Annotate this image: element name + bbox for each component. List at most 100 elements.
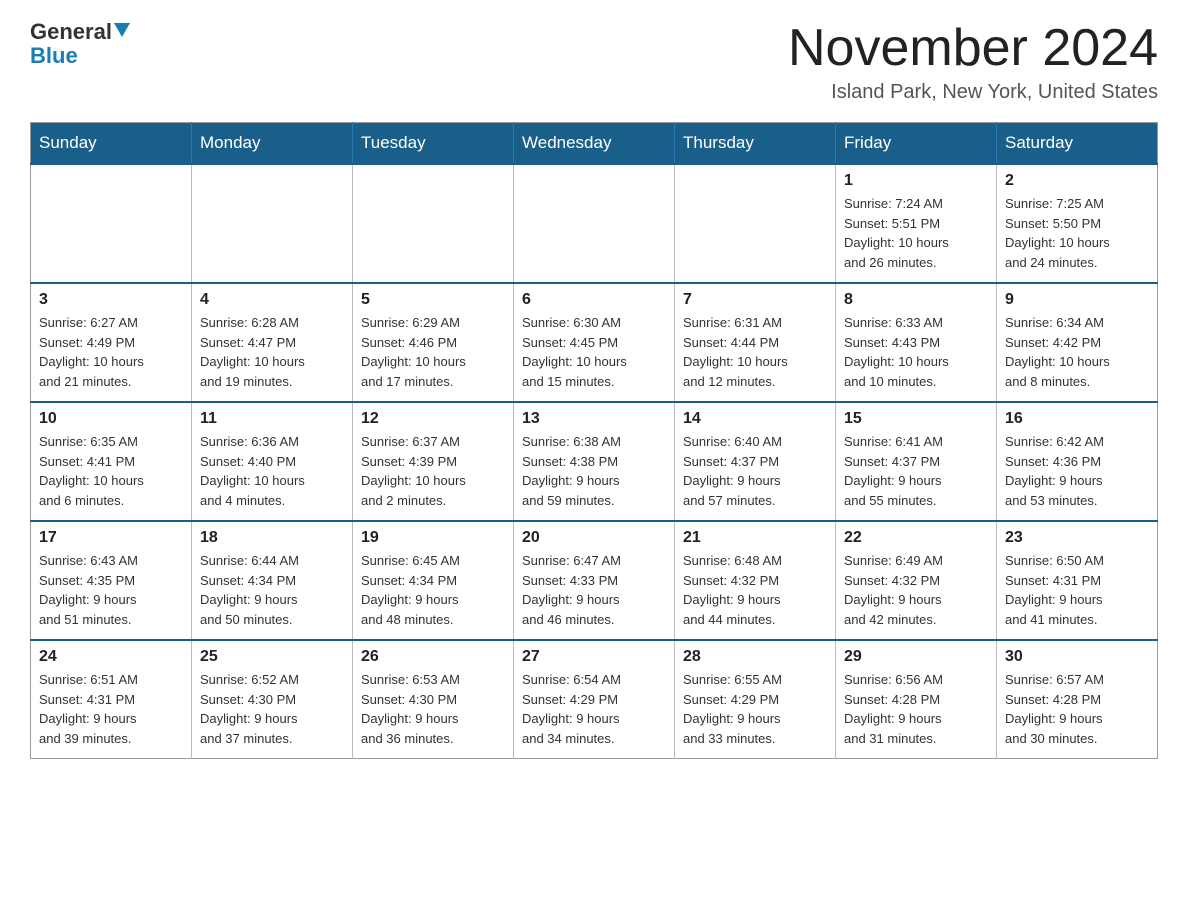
cell-week4-day1: 18 Sunrise: 6:44 AM Sunset: 4:34 PM Dayli… — [192, 521, 353, 640]
title-area: November 2024 Island Park, New York, Uni… — [788, 20, 1158, 104]
header-monday: Monday — [192, 123, 353, 165]
day-info: Sunrise: 6:31 AM Sunset: 4:44 PM Dayligh… — [683, 313, 827, 391]
cell-week3-day0: 10 Sunrise: 6:35 AM Sunset: 4:41 PM Dayli… — [31, 402, 192, 521]
day-number: 19 — [361, 529, 505, 547]
day-number: 4 — [200, 291, 344, 309]
logo-text-general: General — [30, 20, 112, 44]
day-number: 16 — [1005, 410, 1149, 428]
day-info: Sunrise: 6:55 AM Sunset: 4:29 PM Dayligh… — [683, 670, 827, 748]
day-info: Sunrise: 6:27 AM Sunset: 4:49 PM Dayligh… — [39, 313, 183, 391]
day-number: 27 — [522, 648, 666, 666]
day-number: 5 — [361, 291, 505, 309]
day-number: 17 — [39, 529, 183, 547]
cell-week1-day2 — [353, 164, 514, 283]
calendar-table: Sunday Monday Tuesday Wednesday Thursday… — [30, 122, 1158, 759]
cell-week5-day2: 26Sunrise: 6:53 AM Sunset: 4:30 PM Dayli… — [353, 640, 514, 759]
cell-week5-day6: 30Sunrise: 6:57 AM Sunset: 4:28 PM Dayli… — [997, 640, 1158, 759]
cell-week2-day3: 6 Sunrise: 6:30 AM Sunset: 4:45 PM Daylig… — [514, 283, 675, 402]
day-number: 23 — [1005, 529, 1149, 547]
cell-week1-day4 — [675, 164, 836, 283]
cell-week2-day4: 7 Sunrise: 6:31 AM Sunset: 4:44 PM Daylig… — [675, 283, 836, 402]
day-number: 9 — [1005, 291, 1149, 309]
cell-week5-day0: 24 Sunrise: 6:51 AM Sunset: 4:31 PM Dayli… — [31, 640, 192, 759]
cell-week4-day2: 19Sunrise: 6:45 AM Sunset: 4:34 PM Dayli… — [353, 521, 514, 640]
day-info: Sunrise: 6:30 AM Sunset: 4:45 PM Dayligh… — [522, 313, 666, 391]
day-number: 29 — [844, 648, 988, 666]
day-info: Sunrise: 6:29 AM Sunset: 4:46 PM Dayligh… — [361, 313, 505, 391]
logo-text-blue: Blue — [30, 44, 78, 68]
day-info: Sunrise: 6:41 AM Sunset: 4:37 PM Dayligh… — [844, 432, 988, 510]
week-row-3: 10 Sunrise: 6:35 AM Sunset: 4:41 PM Dayli… — [31, 402, 1158, 521]
day-number: 18 — [200, 529, 344, 547]
day-info: Sunrise: 6:51 AM Sunset: 4:31 PM Dayligh… — [39, 670, 183, 748]
day-info: Sunrise: 6:40 AM Sunset: 4:37 PM Dayligh… — [683, 432, 827, 510]
day-info: Sunrise: 6:48 AM Sunset: 4:32 PM Dayligh… — [683, 551, 827, 629]
cell-week5-day3: 27 Sunrise: 6:54 AM Sunset: 4:29 PM Dayli… — [514, 640, 675, 759]
cell-week4-day6: 23 Sunrise: 6:50 AM Sunset: 4:31 PM Dayli… — [997, 521, 1158, 640]
day-number: 21 — [683, 529, 827, 547]
week-row-2: 3 Sunrise: 6:27 AM Sunset: 4:49 PM Daylig… — [31, 283, 1158, 402]
day-info: Sunrise: 6:47 AM Sunset: 4:33 PM Dayligh… — [522, 551, 666, 629]
day-info: Sunrise: 6:38 AM Sunset: 4:38 PM Dayligh… — [522, 432, 666, 510]
day-info: Sunrise: 6:36 AM Sunset: 4:40 PM Dayligh… — [200, 432, 344, 510]
day-number: 10 — [39, 410, 183, 428]
logo-triangle-icon — [114, 23, 130, 37]
day-info: Sunrise: 6:52 AM Sunset: 4:30 PM Dayligh… — [200, 670, 344, 748]
day-info: Sunrise: 6:49 AM Sunset: 4:32 PM Dayligh… — [844, 551, 988, 629]
cell-week3-day2: 12 Sunrise: 6:37 AM Sunset: 4:39 PM Dayli… — [353, 402, 514, 521]
week-row-5: 24 Sunrise: 6:51 AM Sunset: 4:31 PM Dayli… — [31, 640, 1158, 759]
cell-week3-day6: 16 Sunrise: 6:42 AM Sunset: 4:36 PM Dayli… — [997, 402, 1158, 521]
cell-week1-day6: 2Sunrise: 7:25 AM Sunset: 5:50 PM Daylig… — [997, 164, 1158, 283]
cell-week1-day0 — [31, 164, 192, 283]
header-thursday: Thursday — [675, 123, 836, 165]
header-sunday: Sunday — [31, 123, 192, 165]
day-number: 1 — [844, 172, 988, 190]
cell-week3-day4: 14 Sunrise: 6:40 AM Sunset: 4:37 PM Dayli… — [675, 402, 836, 521]
day-number: 12 — [361, 410, 505, 428]
header-friday: Friday — [836, 123, 997, 165]
day-number: 6 — [522, 291, 666, 309]
day-number: 26 — [361, 648, 505, 666]
calendar-body: 1 Sunrise: 7:24 AM Sunset: 5:51 PM Daylig… — [31, 164, 1158, 759]
day-info: Sunrise: 6:34 AM Sunset: 4:42 PM Dayligh… — [1005, 313, 1149, 391]
day-number: 7 — [683, 291, 827, 309]
day-number: 28 — [683, 648, 827, 666]
day-number: 8 — [844, 291, 988, 309]
day-info: Sunrise: 6:42 AM Sunset: 4:36 PM Dayligh… — [1005, 432, 1149, 510]
day-number: 3 — [39, 291, 183, 309]
cell-week5-day1: 25Sunrise: 6:52 AM Sunset: 4:30 PM Dayli… — [192, 640, 353, 759]
cell-week4-day4: 21 Sunrise: 6:48 AM Sunset: 4:32 PM Dayli… — [675, 521, 836, 640]
cell-week5-day4: 28 Sunrise: 6:55 AM Sunset: 4:29 PM Dayli… — [675, 640, 836, 759]
cell-week1-day1 — [192, 164, 353, 283]
cell-week3-day5: 15 Sunrise: 6:41 AM Sunset: 4:37 PM Dayli… — [836, 402, 997, 521]
header-saturday: Saturday — [997, 123, 1158, 165]
cell-week2-day0: 3 Sunrise: 6:27 AM Sunset: 4:49 PM Daylig… — [31, 283, 192, 402]
day-number: 20 — [522, 529, 666, 547]
header-tuesday: Tuesday — [353, 123, 514, 165]
week-row-1: 1 Sunrise: 7:24 AM Sunset: 5:51 PM Daylig… — [31, 164, 1158, 283]
cell-week4-day5: 22Sunrise: 6:49 AM Sunset: 4:32 PM Dayli… — [836, 521, 997, 640]
day-info: Sunrise: 7:24 AM Sunset: 5:51 PM Dayligh… — [844, 194, 988, 272]
day-info: Sunrise: 6:28 AM Sunset: 4:47 PM Dayligh… — [200, 313, 344, 391]
cell-week3-day3: 13 Sunrise: 6:38 AM Sunset: 4:38 PM Dayli… — [514, 402, 675, 521]
calendar-title: November 2024 — [788, 20, 1158, 77]
day-number: 24 — [39, 648, 183, 666]
day-info: Sunrise: 6:44 AM Sunset: 4:34 PM Dayligh… — [200, 551, 344, 629]
day-info: Sunrise: 6:33 AM Sunset: 4:43 PM Dayligh… — [844, 313, 988, 391]
day-number: 15 — [844, 410, 988, 428]
page-header: General Blue November 2024 Island Park, … — [30, 20, 1158, 104]
day-number: 14 — [683, 410, 827, 428]
week-row-4: 17 Sunrise: 6:43 AM Sunset: 4:35 PM Dayli… — [31, 521, 1158, 640]
cell-week1-day5: 1 Sunrise: 7:24 AM Sunset: 5:51 PM Daylig… — [836, 164, 997, 283]
cell-week3-day1: 11Sunrise: 6:36 AM Sunset: 4:40 PM Dayli… — [192, 402, 353, 521]
cell-week2-day2: 5 Sunrise: 6:29 AM Sunset: 4:46 PM Daylig… — [353, 283, 514, 402]
day-info: Sunrise: 6:35 AM Sunset: 4:41 PM Dayligh… — [39, 432, 183, 510]
weekday-header-row: Sunday Monday Tuesday Wednesday Thursday… — [31, 123, 1158, 165]
day-info: Sunrise: 6:50 AM Sunset: 4:31 PM Dayligh… — [1005, 551, 1149, 629]
logo: General Blue — [30, 20, 130, 68]
day-info: Sunrise: 6:43 AM Sunset: 4:35 PM Dayligh… — [39, 551, 183, 629]
day-info: Sunrise: 6:54 AM Sunset: 4:29 PM Dayligh… — [522, 670, 666, 748]
day-number: 13 — [522, 410, 666, 428]
calendar-subtitle: Island Park, New York, United States — [788, 81, 1158, 104]
day-info: Sunrise: 6:37 AM Sunset: 4:39 PM Dayligh… — [361, 432, 505, 510]
